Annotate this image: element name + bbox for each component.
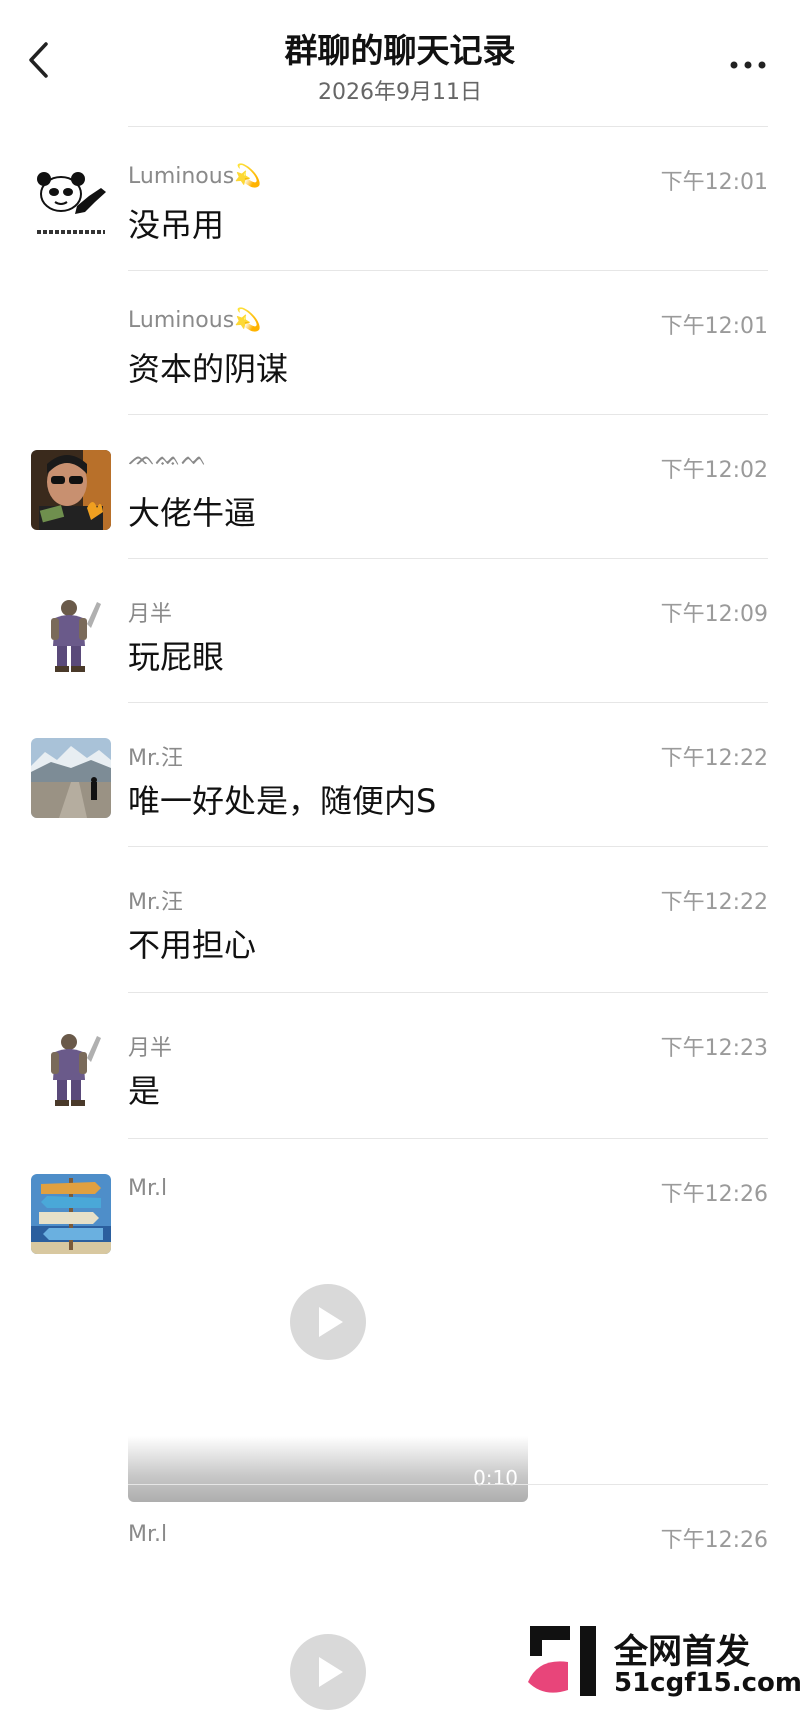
message-time: 下午12:22	[660, 746, 768, 771]
play-icon[interactable]	[290, 1284, 366, 1360]
divider	[128, 1484, 768, 1485]
message-time: 下午12:23	[660, 1036, 768, 1061]
sender-name: Luminous💫	[128, 164, 262, 189]
warrior-avatar[interactable]	[31, 594, 111, 674]
video-duration: 0:10	[473, 1466, 518, 1490]
more-dots-icon	[730, 61, 766, 69]
video-message[interactable]: 0:10	[128, 1272, 528, 1502]
message-time: 下午12:02	[660, 458, 768, 483]
watermark: 全网首发 51cgf15.com	[524, 1624, 800, 1700]
page-title: 群聊的聊天记录	[284, 31, 516, 70]
panda-meme-avatar[interactable]	[31, 166, 111, 246]
divider	[128, 414, 768, 415]
warrior-icon	[31, 1028, 111, 1108]
warrior-icon	[31, 594, 111, 674]
sender-name: Mr.l	[128, 1522, 168, 1547]
header: 群聊的聊天记录 2026年9月11日	[0, 0, 800, 120]
video-message[interactable]	[128, 1634, 528, 1710]
sunglasses-man-icon	[31, 450, 111, 530]
message-text: 没吊用	[128, 206, 225, 244]
video-thumbnail-bar: 0:10	[128, 1436, 528, 1502]
sender-name: 月半	[128, 602, 173, 627]
warrior-avatar[interactable]	[31, 1028, 111, 1108]
message-text: 是	[128, 1072, 161, 1110]
watermark-title: 全网首发	[614, 1632, 750, 1672]
divider	[128, 992, 768, 993]
message-text: 大佬牛逼	[128, 494, 257, 532]
sender-name: 月半	[128, 1036, 173, 1061]
watermark-logo-icon	[528, 1626, 596, 1696]
divider	[128, 846, 768, 847]
beach-signpost-avatar[interactable]	[31, 1174, 111, 1254]
sunglasses-man-avatar[interactable]	[31, 450, 111, 530]
play-icon[interactable]	[290, 1634, 366, 1710]
panda-meme-icon	[31, 166, 111, 246]
message-text: 资本的阴谋	[128, 350, 289, 388]
message-text: 唯一好处是，随便内S	[128, 782, 437, 820]
message-time: 下午12:01	[660, 314, 768, 339]
divider	[128, 558, 768, 559]
sender-name: Mr.l	[128, 1176, 168, 1201]
message-time: 下午12:26	[660, 1182, 768, 1207]
message-text: 玩屁眼	[128, 638, 225, 676]
mountain-road-icon	[31, 738, 111, 818]
message-text: 不用担心	[128, 926, 257, 964]
message-time: 下午12:22	[660, 890, 768, 915]
message-time: 下午12:01	[660, 170, 768, 195]
sender-name: Luminous💫	[128, 308, 262, 333]
beach-signpost-icon	[31, 1174, 111, 1254]
watermark-url: 51cgf15.com	[614, 1668, 800, 1698]
divider	[128, 126, 768, 127]
message-time: 下午12:09	[660, 602, 768, 627]
divider	[128, 702, 768, 703]
sender-name: Mr.汪	[128, 746, 184, 771]
message-time: 下午12:26	[660, 1528, 768, 1553]
sender-name: Mr.汪	[128, 890, 184, 915]
divider	[128, 1138, 768, 1139]
sender-name: ᨏᨐᨓ	[128, 446, 208, 471]
divider	[128, 270, 768, 271]
mountain-road-avatar[interactable]	[31, 738, 111, 818]
more-button[interactable]	[726, 50, 770, 80]
page-date: 2026年9月11日	[318, 80, 482, 105]
